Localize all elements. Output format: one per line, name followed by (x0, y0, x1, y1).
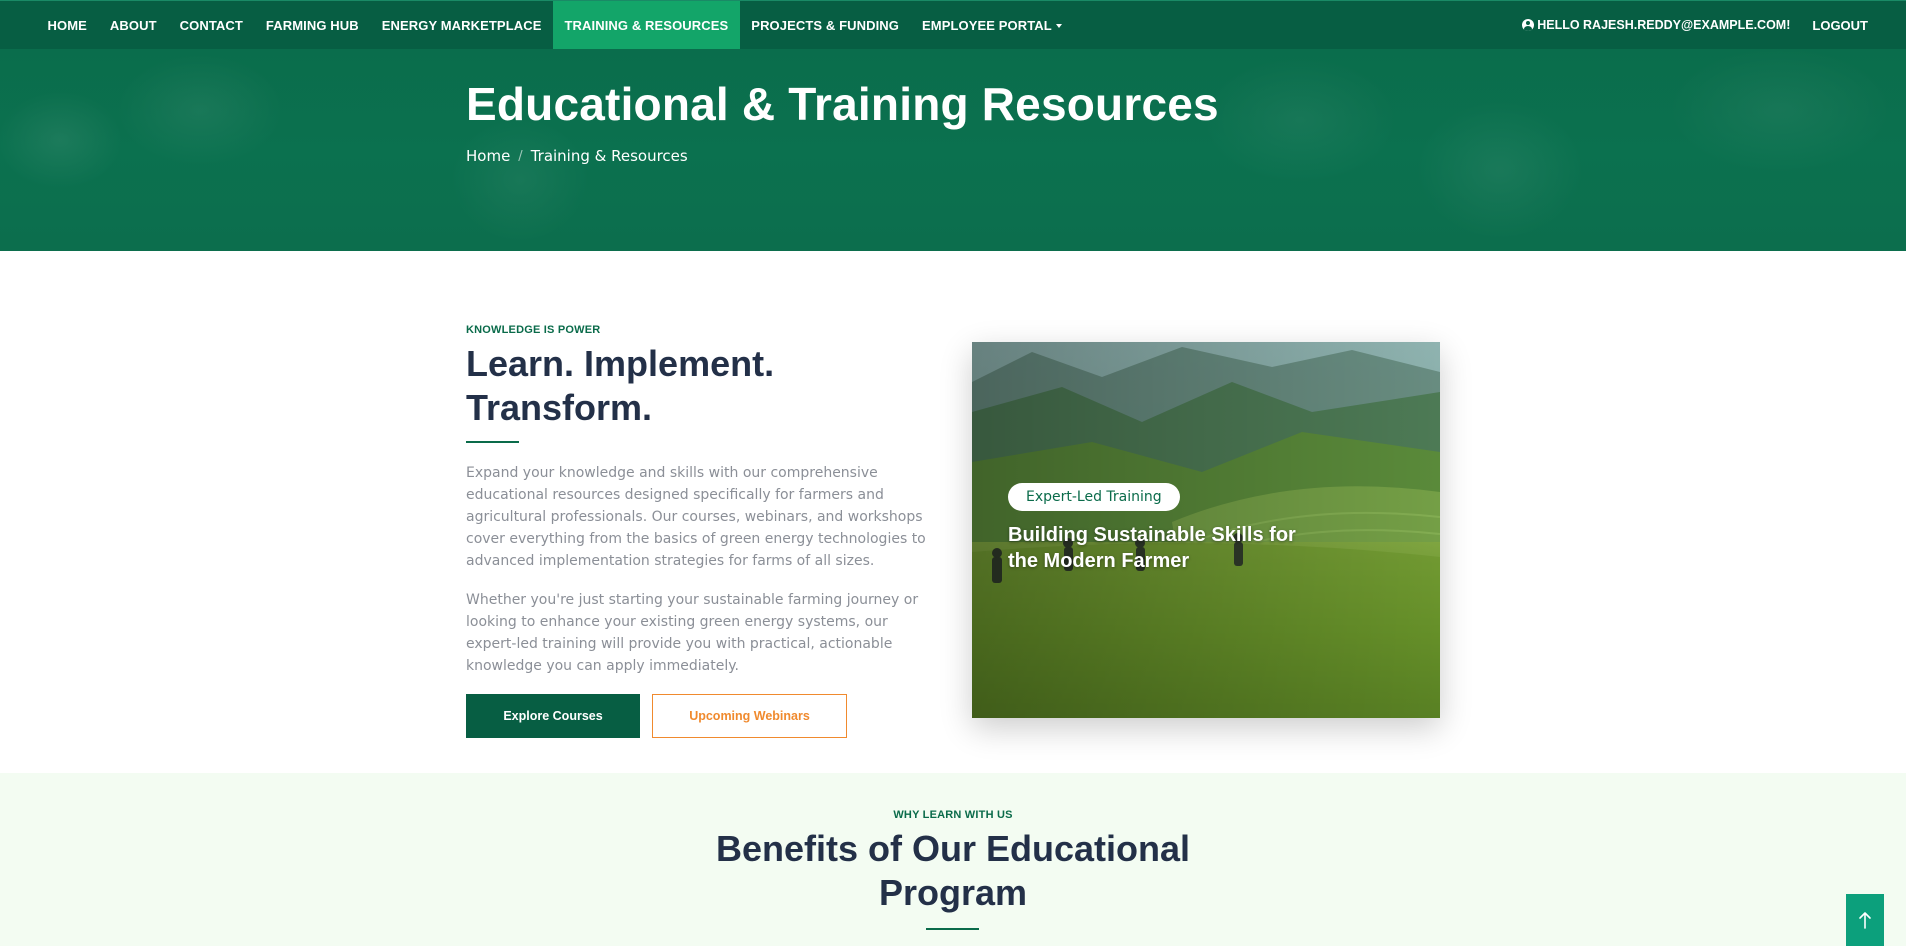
intro-divider (466, 441, 519, 443)
nav-item-projects-funding[interactable]: PROJECTS & FUNDING (740, 1, 911, 49)
intro-paragraph-1: Expand your knowledge and skills with ou… (466, 465, 926, 569)
upcoming-webinars-button[interactable]: Upcoming Webinars (652, 694, 847, 738)
training-image-card: Expert-Led Training Building Sustainable… (972, 342, 1440, 718)
intro-paragraph-2: Whether you're just starting your sustai… (466, 592, 919, 674)
nav-item-about[interactable]: ABOUT (98, 1, 168, 49)
nav-item-employee-portal-label: EMPLOYEE PORTAL (922, 17, 1052, 33)
caret-down-icon (1055, 23, 1062, 28)
back-to-top-button[interactable] (1846, 894, 1884, 946)
expert-led-badge: Expert-Led Training (1008, 483, 1180, 511)
nav-item-contact[interactable]: CONTACT (168, 1, 254, 49)
user-circle-icon (1522, 19, 1535, 31)
benefits-eyebrow: WHY LEARN WITH US (893, 809, 1013, 821)
benefits-title: Benefits of Our Educational Program (715, 828, 1191, 913)
intro-eyebrow: KNOWLEDGE IS POWER (466, 324, 601, 336)
nav-item-home[interactable]: HOME (36, 1, 98, 49)
logout-link[interactable]: LOGOUT (1812, 18, 1868, 33)
main-navbar: HOME ABOUT CONTACT FARMING HUB ENERGY MA… (0, 0, 1906, 49)
breadcrumb-current: Training & Resources (530, 147, 688, 165)
intro-heading: Learn. Implement. Transform. (466, 343, 775, 428)
nav-item-training-resources[interactable]: TRAINING & RESOURCES (553, 1, 740, 49)
image-card-title: Building Sustainable Skills for the Mode… (1008, 524, 1296, 572)
user-greeting-text: HELLO RAJESH.REDDY@EXAMPLE.COM! (1537, 18, 1791, 32)
breadcrumb-home-link[interactable]: Home (466, 147, 510, 165)
nav-item-farming-hub[interactable]: FARMING HUB (254, 1, 370, 49)
nav-item-energy-marketplace[interactable]: ENERGY MARKETPLACE (370, 1, 553, 49)
benefits-divider (926, 928, 979, 930)
page-title: Educational & Training Resources (466, 78, 1219, 130)
arrow-up-icon (1859, 912, 1871, 929)
nav-menu: HOME ABOUT CONTACT FARMING HUB ENERGY MA… (0, 1, 1073, 49)
breadcrumb-separator: / (518, 148, 523, 164)
nav-item-employee-portal[interactable]: EMPLOYEE PORTAL (911, 1, 1074, 49)
user-greeting[interactable]: HELLO RAJESH.REDDY@EXAMPLE.COM! (1522, 18, 1790, 32)
breadcrumb: Home / Training & Resources (466, 147, 688, 165)
nav-user-area: HELLO RAJESH.REDDY@EXAMPLE.COM! LOGOUT (1522, 1, 1906, 49)
benefits-section: WHY LEARN WITH US Benefits of Our Educat… (0, 773, 1906, 946)
explore-courses-button[interactable]: Explore Courses (466, 694, 640, 738)
